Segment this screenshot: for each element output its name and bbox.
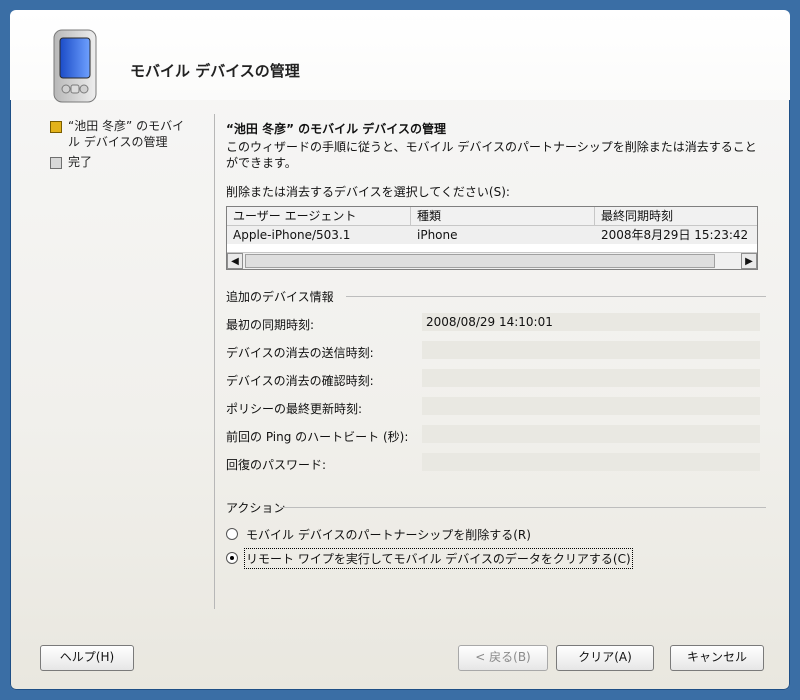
scroll-right-button[interactable]: ▶ [741, 253, 757, 269]
additional-info-group: 追加のデバイス情報 [226, 288, 766, 305]
column-last-sync[interactable]: 最終同期時刻 [595, 207, 757, 225]
mobile-device-icon [50, 26, 100, 106]
info-label: 前回の Ping のハートビート (秒): [226, 430, 409, 444]
cell-user-agent: Apple-iPhone/503.1 [233, 228, 351, 242]
clear-button[interactable]: クリア(A) [556, 645, 654, 671]
horizontal-scrollbar[interactable]: ◀ ▶ [227, 252, 757, 269]
info-row-wipe-sent: デバイスの消去の送信時刻: [226, 341, 766, 369]
info-value [422, 453, 760, 471]
info-label: デバイスの消去の送信時刻: [226, 346, 374, 360]
info-row-recovery-password: 回復のパスワード: [226, 453, 766, 481]
help-button[interactable]: ヘルプ(H) [40, 645, 134, 671]
group-title: 追加のデバイス情報 [226, 290, 334, 304]
info-value: 2008/08/29 14:10:01 [422, 313, 760, 331]
action-remote-wipe[interactable]: リモート ワイプを実行してモバイル デバイスのデータをクリアする(C) [226, 548, 766, 572]
wizard-steps: “池田 冬彦” のモバイ ル デバイスの管理 完了 [48, 118, 208, 174]
info-row-ping-heartbeat: 前回の Ping のハートビート (秒): [226, 425, 766, 453]
group-divider [280, 507, 766, 508]
step-label: “池田 冬彦” のモバイ ル デバイスの管理 [68, 119, 185, 149]
scrollbar-thumb[interactable] [245, 254, 715, 268]
chevron-right-icon: ▶ [745, 255, 753, 267]
group-title: アクション [226, 501, 286, 515]
section-description: このウィザードの手順に従うと、モバイル デバイスのパートナーシップを削除または消… [226, 140, 757, 170]
actions-group: アクション [226, 499, 766, 516]
info-row-policy-update: ポリシーの最終更新時刻: [226, 397, 766, 425]
info-row-wipe-ack: デバイスの消去の確認時刻: [226, 369, 766, 397]
vertical-divider [214, 114, 215, 609]
device-list-header: ユーザー エージェント 種類 最終同期時刻 [227, 207, 757, 226]
group-divider [346, 296, 766, 297]
radio-label[interactable]: リモート ワイプを実行してモバイル デバイスのデータをクリアする(C) [244, 548, 633, 569]
cell-type: iPhone [417, 228, 458, 242]
radio-button[interactable] [226, 528, 238, 540]
table-row[interactable]: Apple-iPhone/503.1 iPhone 2008年8月29日 15:… [227, 226, 757, 244]
radio-label[interactable]: モバイル デバイスのパートナーシップを削除する(R) [246, 526, 531, 543]
info-row-first-sync: 最初の同期時刻: 2008/08/29 14:10:01 [226, 313, 766, 341]
info-label: ポリシーの最終更新時刻: [226, 402, 363, 416]
wizard-content: “池田 冬彦” のモバイル デバイスの管理 このウィザードの手順に従うと、モバイ… [226, 120, 766, 572]
wizard-window: モバイル デバイスの管理 “池田 冬彦” のモバイ ル デバイスの管理 完了 “… [10, 10, 790, 690]
info-label: 最初の同期時刻: [226, 318, 315, 332]
back-button[interactable]: < 戻る(B) [458, 645, 548, 671]
column-type[interactable]: 種類 [411, 207, 595, 225]
wizard-header: モバイル デバイスの管理 [10, 10, 790, 103]
cancel-button[interactable]: キャンセル [670, 645, 764, 671]
device-list[interactable]: ユーザー エージェント 種類 最終同期時刻 Apple-iPhone/503.1… [226, 206, 758, 270]
step-complete: 完了 [48, 154, 208, 170]
info-value [422, 369, 760, 387]
step-manage-device: “池田 冬彦” のモバイ ル デバイスの管理 [48, 118, 208, 150]
column-user-agent[interactable]: ユーザー エージェント [227, 207, 411, 225]
device-select-label: 削除または消去するデバイスを選択してください(S): [226, 185, 510, 199]
radio-button[interactable] [226, 552, 238, 564]
info-value [422, 341, 760, 359]
action-remove-partnership[interactable]: モバイル デバイスのパートナーシップを削除する(R) [226, 524, 766, 548]
current-step-indicator [50, 121, 62, 133]
step-indicator [50, 157, 62, 169]
info-value [422, 397, 760, 415]
scroll-left-button[interactable]: ◀ [227, 253, 243, 269]
info-value [422, 425, 760, 443]
info-label: デバイスの消去の確認時刻: [226, 374, 374, 388]
step-label: 完了 [68, 155, 93, 169]
window-title: モバイル デバイスの管理 [130, 62, 300, 80]
info-label: 回復のパスワード: [226, 458, 327, 472]
section-title: “池田 冬彦” のモバイル デバイスの管理 [226, 122, 446, 136]
chevron-left-icon: ◀ [231, 255, 239, 267]
cell-last-sync: 2008年8月29日 15:23:42 [601, 228, 749, 242]
